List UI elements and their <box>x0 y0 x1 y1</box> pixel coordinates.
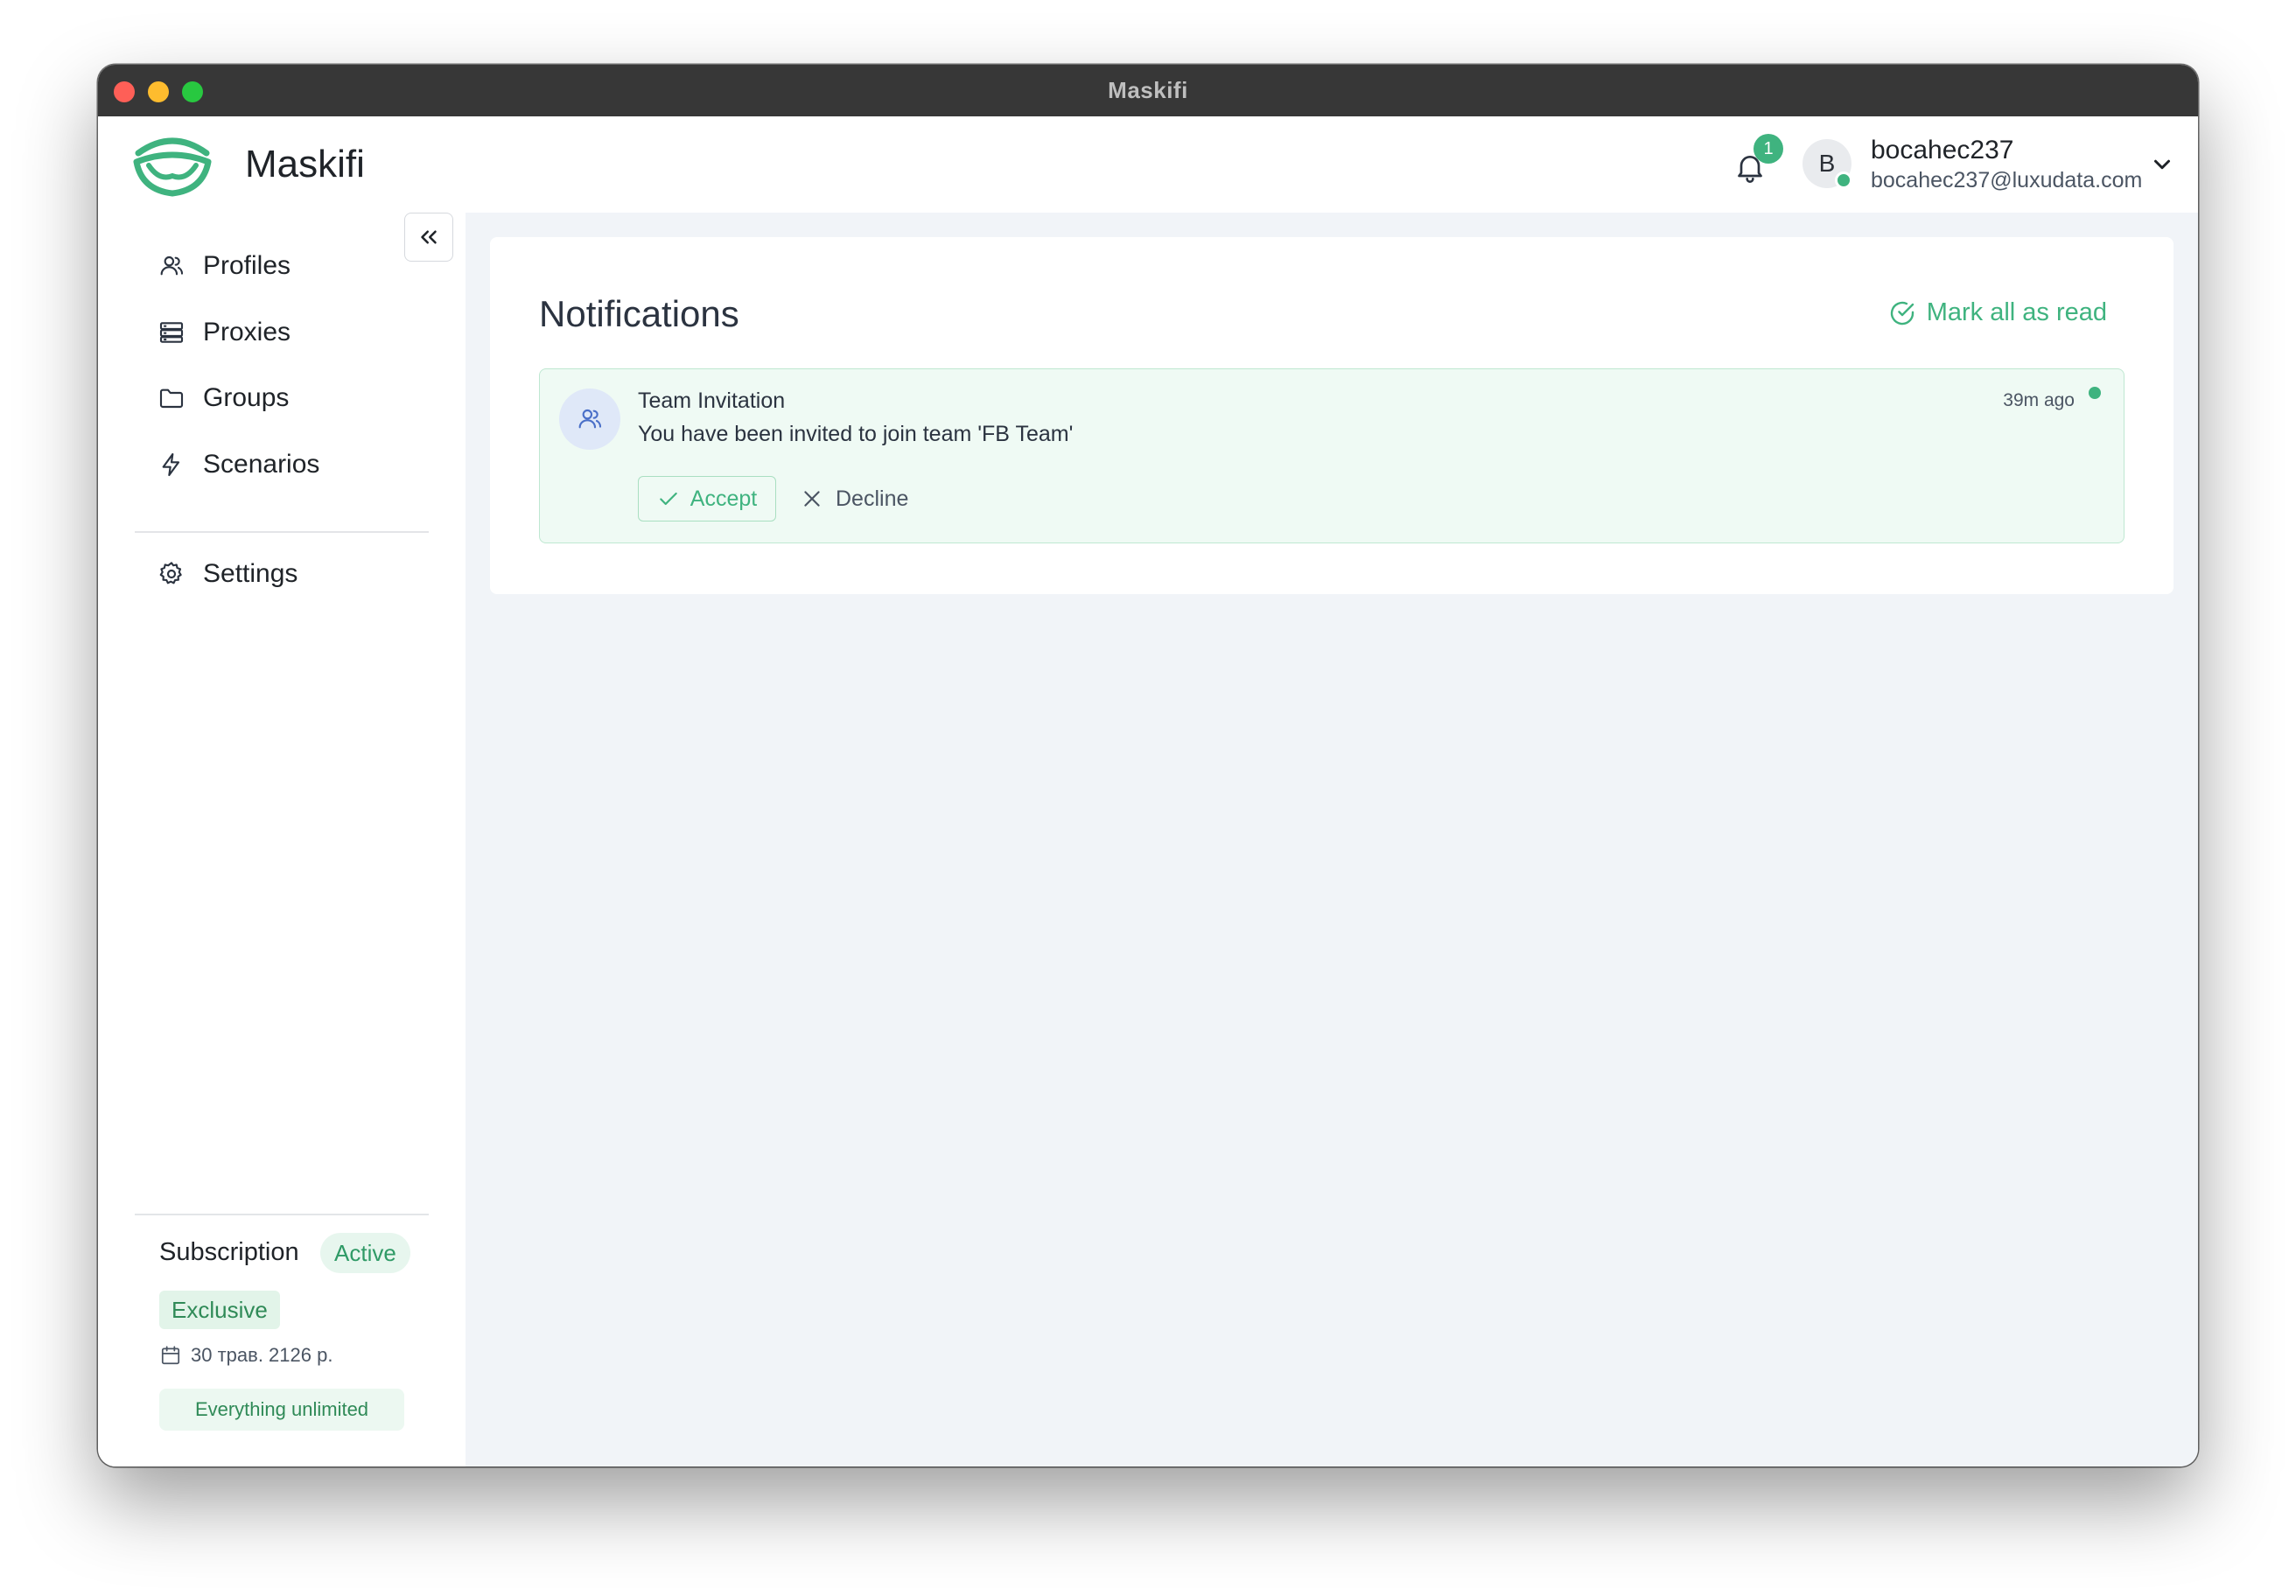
notifications-card: Notifications Mark all as read Team Invi… <box>490 237 2174 594</box>
team-icon <box>559 388 620 450</box>
title-bar: Maskifi <box>98 65 2198 116</box>
window-title: Maskifi <box>1108 77 1188 103</box>
subscription-title: Subscription <box>159 1238 299 1266</box>
maximize-window-button[interactable] <box>182 81 203 102</box>
sidebar-divider <box>135 1214 429 1215</box>
notification-time: 39m ago <box>2003 390 2075 410</box>
chevron-down-icon[interactable] <box>2149 151 2175 178</box>
sidebar: Profiles Proxies Groups Scenarios Settin… <box>98 213 466 1466</box>
folder-icon <box>159 388 184 409</box>
check-circle-icon <box>1890 301 1914 325</box>
decline-button[interactable]: Decline <box>795 476 914 522</box>
sidebar-item-groups[interactable]: Groups <box>158 374 420 423</box>
check-icon <box>660 492 677 506</box>
notification-title: Team Invitation <box>638 388 786 413</box>
sidebar-item-label: Settings <box>203 559 298 588</box>
subscription-feature: Everything unlimited <box>159 1389 404 1431</box>
sidebar-item-label: Proxies <box>203 318 291 346</box>
notification-count-badge: 1 <box>1754 134 1783 164</box>
user-name[interactable]: bocahec237 <box>1871 136 2013 165</box>
subscription-expiry: 30 трав. 2126 р. <box>159 1343 332 1368</box>
calendar-icon <box>161 1346 180 1365</box>
online-status-dot <box>1835 172 1852 189</box>
subscription-status-badge: Active <box>320 1233 410 1273</box>
page-title: Notifications <box>539 293 739 334</box>
user-email[interactable]: bocahec237@luxudata.com <box>1871 168 2142 193</box>
sidebar-item-proxies[interactable]: Proxies <box>158 308 420 357</box>
notifications-bell-button[interactable]: 1 <box>1727 134 1783 193</box>
notification-item[interactable]: Team Invitation You have been invited to… <box>539 368 2124 543</box>
subscription-date: 30 трав. 2126 р. <box>191 1344 333 1366</box>
sidebar-item-profiles[interactable]: Profiles <box>158 242 420 290</box>
main-content: Notifications Mark all as read Team Invi… <box>466 213 2198 1466</box>
close-icon <box>804 491 820 507</box>
app-header: Maskifi 1 B bocahec237 bocahec237@luxuda… <box>98 116 2198 213</box>
users-icon <box>578 409 602 429</box>
gear-icon <box>159 562 182 584</box>
sidebar-item-label: Profiles <box>203 251 291 280</box>
close-window-button[interactable] <box>114 81 135 102</box>
users-icon <box>160 256 184 276</box>
sidebar-item-scenarios[interactable]: Scenarios <box>158 440 420 489</box>
sidebar-item-label: Scenarios <box>203 450 320 479</box>
app-window: Maskifi Maskifi 1 B bocahec237 bocahec23… <box>98 65 2198 1466</box>
sidebar-item-settings[interactable]: Settings <box>158 550 420 598</box>
server-icon <box>159 322 184 343</box>
mark-all-read-label: Mark all as read <box>1926 298 2107 326</box>
brand-name: Maskifi <box>245 143 365 186</box>
accept-label: Accept <box>690 486 758 511</box>
accept-button[interactable]: Accept <box>638 476 776 522</box>
mark-all-read-button[interactable]: Mark all as read <box>1888 298 2107 327</box>
notification-message: You have been invited to join team 'FB T… <box>638 422 1074 446</box>
minimize-window-button[interactable] <box>148 81 169 102</box>
sidebar-divider <box>135 531 429 533</box>
lightning-icon <box>162 452 180 477</box>
maskifi-logo-icon <box>133 137 212 197</box>
subscription-plan-badge: Exclusive <box>159 1291 280 1329</box>
sidebar-item-label: Groups <box>203 383 290 412</box>
decline-label: Decline <box>836 486 909 511</box>
window-controls <box>114 81 203 102</box>
unread-indicator-dot <box>2089 387 2101 399</box>
